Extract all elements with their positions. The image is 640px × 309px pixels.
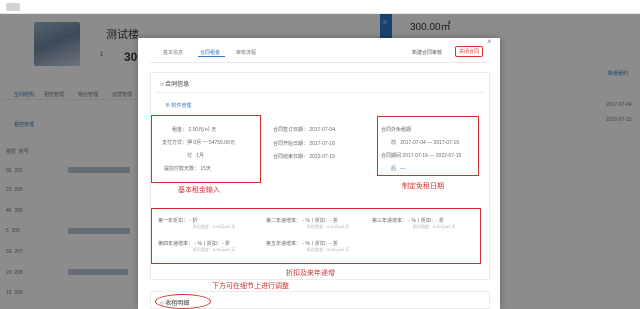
- increase-year4: 第四年递增率： - %丨折扣：- 折: [158, 241, 230, 247]
- annotation-bottom: 下方可在细节上进行调整: [212, 283, 289, 290]
- discount-sub-5: 折后租金：0.00元/㎡·天: [307, 247, 350, 252]
- free-rent-title: 合同外免租期: [381, 127, 412, 133]
- advance-days-row: 提前付款天数： 15天: [164, 166, 211, 172]
- increase-year2: 第二年递增率： - %丨折扣：- 折: [266, 218, 338, 224]
- tab-review-process[interactable]: 审核流程: [236, 49, 256, 56]
- free-rent-after: 后 —: [391, 166, 406, 172]
- annotation-free-rent: 制定免租日期: [402, 183, 444, 190]
- increase-year5: 第五年递增率： - %丨折扣：- 折: [266, 241, 338, 247]
- tab-contract-rent[interactable]: 合同租金: [200, 49, 220, 56]
- discount-year1: 第一年折扣： - 折: [158, 218, 198, 224]
- increase-year3: 第三年递增率： - %丨折扣：- 折: [372, 218, 444, 224]
- active-tab-underline: [198, 56, 225, 57]
- sign-date-row: 合同签订日期： 2017-07-04: [273, 127, 335, 133]
- annotation-basic-rent: 基本租金输入: [178, 187, 220, 194]
- discount-sub-1: 折后租金：0.00元/㎡·天: [193, 224, 236, 229]
- free-rent-before: 前 2017-07-04 — 2017-07-15: [391, 140, 460, 146]
- section-title-contract: ○ 合同信息: [160, 82, 190, 88]
- close-contract-button[interactable]: 关闭合同: [455, 46, 484, 57]
- modal-divider: [150, 62, 490, 63]
- tab-basic-info[interactable]: 基本信息: [163, 49, 183, 56]
- annotation-discount: 折扣及来年递增: [286, 270, 335, 277]
- close-icon[interactable]: ×: [487, 37, 492, 46]
- discount-sub-2: 折后租金：0.00元/㎡·天: [307, 224, 350, 229]
- rent-price-row: 租金： 2.00元/㎡·天: [172, 127, 217, 133]
- start-date-row: 合同开始日期： 2017-07-16: [273, 141, 335, 147]
- top-navigation: [0, 0, 640, 14]
- attachment-link[interactable]: ⊕ 附件管理: [165, 102, 191, 109]
- pay-method-row: 支付方式：押 0月 一 54750.00元: [162, 140, 235, 146]
- discount-sub-3: 折后租金：0.00元/㎡·天: [413, 224, 456, 229]
- section-divider: [155, 92, 485, 93]
- app-logo: [6, 3, 20, 11]
- pay-frequency-row: 付 1月: [187, 153, 204, 159]
- end-date-row: 合同结束日期： 2022-07-15: [273, 154, 335, 160]
- discount-sub-4: 折后租金：0.00元/㎡·天: [193, 247, 236, 252]
- section-title-rent-detail[interactable]: ○ 收租明细: [160, 298, 189, 307]
- new-review-link[interactable]: 新建合同审核: [412, 49, 442, 56]
- free-rent-during: 合同期间 2017-07-16 — 2022-07-15: [381, 153, 462, 159]
